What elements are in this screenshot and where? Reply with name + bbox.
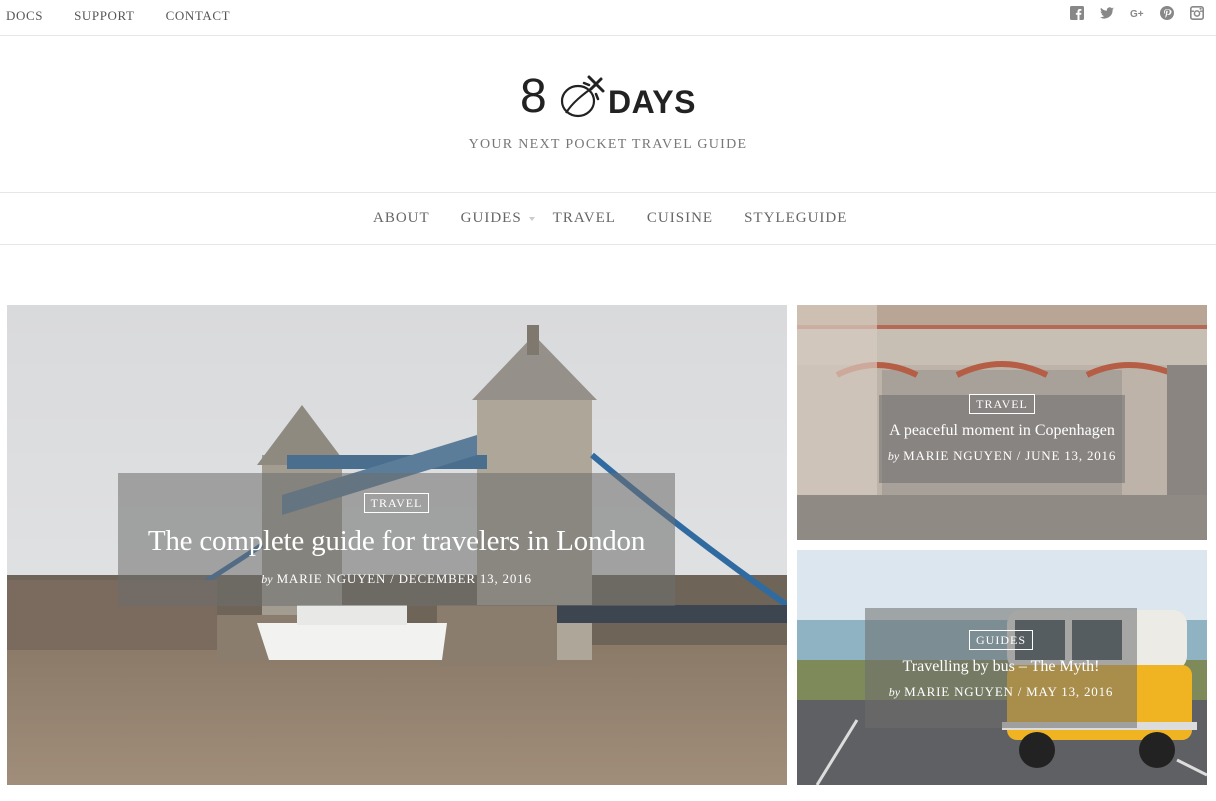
nav-item-styleguide[interactable]: STYLEGUIDE (744, 210, 847, 227)
site-logo[interactable]: 8 DAYS (520, 71, 700, 127)
post-meta: by MARIE NGUYEN / JUNE 13, 2016 (879, 448, 1125, 464)
post-date[interactable]: JUNE 13, 2016 (1025, 448, 1116, 463)
category-tag[interactable]: TRAVEL (363, 493, 430, 513)
post-overlay: TRAVEL The complete guide for travelers … (118, 473, 675, 606)
nav-item-guides[interactable]: GUIDES (460, 210, 535, 227)
google-plus-icon[interactable]: G+ (1122, 6, 1152, 22)
twitter-icon[interactable] (1092, 6, 1122, 22)
post-title[interactable]: A peaceful moment in Copenhagen (879, 422, 1125, 440)
post-author[interactable]: MARIE NGUYEN (277, 571, 387, 586)
post-overlay: GUIDES Travelling by bus – The Myth! by M… (865, 608, 1137, 728)
byline-prefix: by (887, 449, 900, 463)
chevron-down-icon (528, 217, 535, 221)
post-author[interactable]: MARIE NGUYEN (904, 684, 1014, 699)
featured-post-bus[interactable]: GUIDES Travelling by bus – The Myth! by M… (797, 550, 1207, 785)
featured-post-copenhagen[interactable]: TRAVEL A peaceful moment in Copenhagen b… (797, 305, 1207, 540)
top-nav: DOCS SUPPORT CONTACT (6, 8, 261, 24)
top-nav-contact[interactable]: CONTACT (166, 8, 231, 24)
nav-item-travel[interactable]: TRAVEL (553, 210, 616, 227)
facebook-icon[interactable] (1062, 6, 1092, 22)
logo-number: 8 (520, 70, 547, 123)
top-nav-docs[interactable]: DOCS (6, 8, 43, 24)
nav-item-cuisine[interactable]: CUISINE (647, 210, 713, 227)
meta-separator: / (1017, 684, 1023, 699)
pinterest-icon[interactable] (1152, 6, 1182, 22)
instagram-icon[interactable] (1182, 6, 1212, 22)
nav-item-label: GUIDES (460, 210, 522, 226)
top-bar: DOCS SUPPORT CONTACT G+ (0, 0, 1216, 36)
main-nav: ABOUT GUIDES TRAVEL CUISINE STYLEGUIDE (0, 194, 1216, 245)
post-author[interactable]: MARIE NGUYEN (903, 448, 1013, 463)
top-nav-support[interactable]: SUPPORT (74, 8, 135, 24)
byline-prefix: by (888, 685, 901, 699)
post-title[interactable]: Travelling by bus – The Myth! (865, 658, 1137, 676)
post-title[interactable]: The complete guide for travelers in Lond… (118, 525, 675, 558)
globe-plane-icon (560, 75, 605, 118)
post-meta: by MARIE NGUYEN / MAY 13, 2016 (865, 684, 1137, 700)
nav-item-about[interactable]: ABOUT (373, 210, 430, 227)
site-tagline: YOUR NEXT POCKET TRAVEL GUIDE (468, 137, 748, 152)
svg-text:G+: G+ (1130, 9, 1144, 20)
social-links: G+ (1062, 6, 1212, 22)
post-meta: by MARIE NGUYEN / DECEMBER 13, 2016 (118, 571, 675, 587)
category-tag[interactable]: TRAVEL (969, 394, 1035, 414)
meta-separator: / (1016, 448, 1022, 463)
post-date[interactable]: MAY 13, 2016 (1026, 684, 1113, 699)
meta-separator: / (390, 571, 395, 586)
byline-prefix: by (261, 572, 273, 586)
post-date[interactable]: DECEMBER 13, 2016 (399, 571, 532, 586)
featured-post-london[interactable]: TRAVEL The complete guide for travelers … (7, 305, 787, 785)
site-header: 8 DAYS YOUR NEXT POCKET TRAVEL GUIDE (0, 37, 1216, 193)
logo-word: DAYS (608, 84, 696, 120)
category-tag[interactable]: GUIDES (969, 630, 1033, 650)
post-overlay: TRAVEL A peaceful moment in Copenhagen b… (879, 394, 1125, 483)
